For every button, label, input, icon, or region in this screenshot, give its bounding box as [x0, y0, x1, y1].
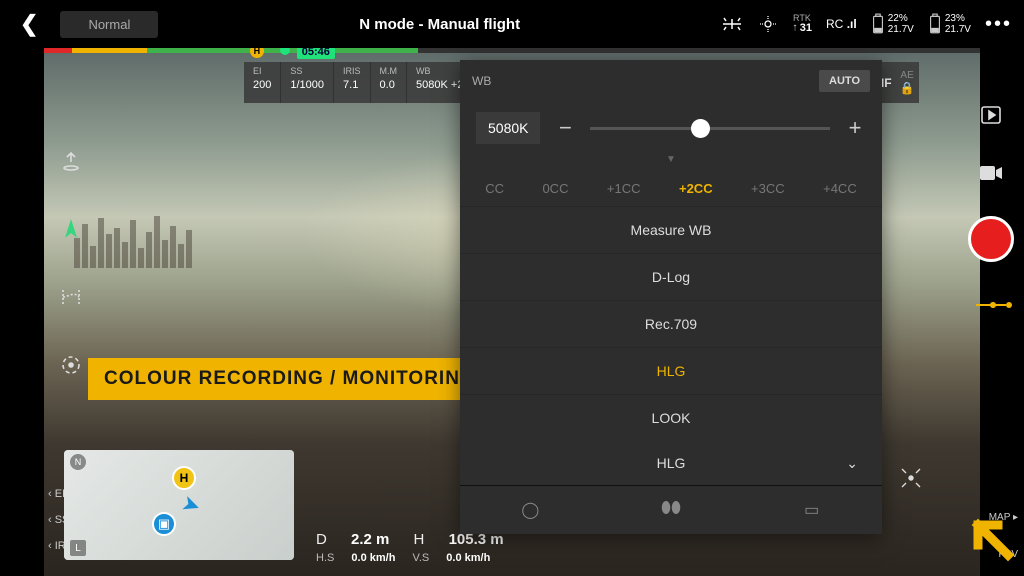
minimap-layer-button[interactable]: L: [70, 540, 86, 556]
waypoint-icon[interactable]: [58, 284, 84, 310]
aircraft-battery[interactable]: 22%21.7V: [871, 13, 914, 35]
wb-option-hlg[interactable]: HLG: [460, 347, 882, 394]
minimap-heading-icon: ➤: [178, 490, 204, 521]
cc-option[interactable]: 0CC: [542, 181, 568, 196]
wb-auto-button[interactable]: AUTO: [819, 70, 870, 92]
param-ss[interactable]: SS1/1000: [281, 62, 334, 103]
cc-option-selected[interactable]: +2CC: [679, 181, 713, 196]
wb-cc-row: CC 0CC +1CC +2CC +3CC +4CC: [460, 171, 882, 206]
top-bar: ❮ Normal N mode - Manual flight RTK⭡ 31 …: [0, 0, 1024, 48]
wb-minus-button[interactable]: −: [554, 115, 576, 141]
back-button[interactable]: ❮: [12, 11, 46, 37]
time-marker-dot: [280, 48, 290, 55]
telemetry-readout: D 2.2 m H 105.3 m H.S 0.0 km/h V.S 0.0 k…: [316, 531, 524, 564]
focus-target-icon[interactable]: [58, 352, 84, 378]
compass-icon[interactable]: [58, 216, 84, 242]
param-ei[interactable]: EI200: [244, 62, 281, 103]
photo-video-toggle[interactable]: [976, 158, 1006, 188]
more-menu-button[interactable]: •••: [985, 13, 1012, 36]
aircraft-icon[interactable]: [721, 13, 743, 35]
minimap-home: H: [172, 466, 196, 490]
home-marker: H: [250, 48, 264, 58]
wb-plus-button[interactable]: +: [844, 115, 866, 141]
wb-slider-track[interactable]: [590, 127, 830, 130]
wb-dropdown[interactable]: HLG ⌄: [460, 441, 882, 485]
cc-option[interactable]: +4CC: [823, 181, 857, 196]
obstacle-icon[interactable]: [757, 13, 779, 35]
takeoff-icon[interactable]: [58, 148, 84, 174]
tab-film-icon[interactable]: ▭: [741, 486, 882, 534]
wb-option-measure[interactable]: Measure WB: [460, 206, 882, 253]
rc-signal[interactable]: RC .ıl: [826, 17, 857, 31]
wb-kelvin-value[interactable]: 5080K: [476, 112, 540, 144]
wb-option-rec709[interactable]: Rec.709: [460, 300, 882, 347]
minimap-drone: ▣: [152, 512, 176, 536]
rtk-status[interactable]: RTK⭡ 31: [793, 14, 812, 34]
tab-aperture-icon[interactable]: ◯: [460, 486, 601, 534]
flight-time-bar: H 05:46: [44, 48, 980, 53]
ae-lock-button[interactable]: AE🔒: [896, 62, 919, 103]
cc-option[interactable]: +3CC: [751, 181, 785, 196]
remaining-time: 05:46: [297, 48, 335, 59]
cc-option[interactable]: CC: [485, 181, 504, 196]
param-iris[interactable]: IRIS7.1: [334, 62, 371, 103]
wb-panel: WB AUTO 5080K − + ▼ CC 0CC +1CC +2CC +3C…: [460, 60, 882, 534]
wb-caret-icon: ▼: [460, 154, 882, 171]
flight-mode-chip[interactable]: Normal: [60, 11, 158, 38]
overlay-banner: COLOUR RECORDING / MONITORING: [88, 358, 492, 400]
chevron-down-icon: ⌄: [846, 455, 858, 472]
minimap-north: N: [70, 454, 86, 470]
corner-arrow-icon: [960, 507, 1016, 568]
page-title: N mode - Manual flight: [172, 16, 707, 33]
right-toolbar: [968, 100, 1014, 320]
cc-option[interactable]: +1CC: [607, 181, 641, 196]
record-button[interactable]: [968, 216, 1014, 262]
left-toolbar: [58, 148, 84, 378]
tab-color-icon[interactable]: ⬮⬮: [601, 486, 742, 534]
minimap[interactable]: N H ➤ ▣ L: [64, 450, 294, 560]
gimbal-indicator-icon[interactable]: [898, 465, 924, 496]
camera-settings-button[interactable]: [976, 290, 1006, 320]
wb-bottom-tabs: ◯ ⬮⬮ ▭: [460, 485, 882, 534]
wb-option-look[interactable]: LOOK: [460, 394, 882, 441]
wb-option-dlog[interactable]: D-Log: [460, 253, 882, 300]
playback-button[interactable]: [976, 100, 1006, 130]
controller-battery[interactable]: 23%21.7V: [928, 13, 971, 35]
wb-panel-title: WB: [472, 74, 491, 88]
wb-slider-thumb[interactable]: [691, 119, 710, 138]
param-mm[interactable]: M.M0.0: [371, 62, 408, 103]
